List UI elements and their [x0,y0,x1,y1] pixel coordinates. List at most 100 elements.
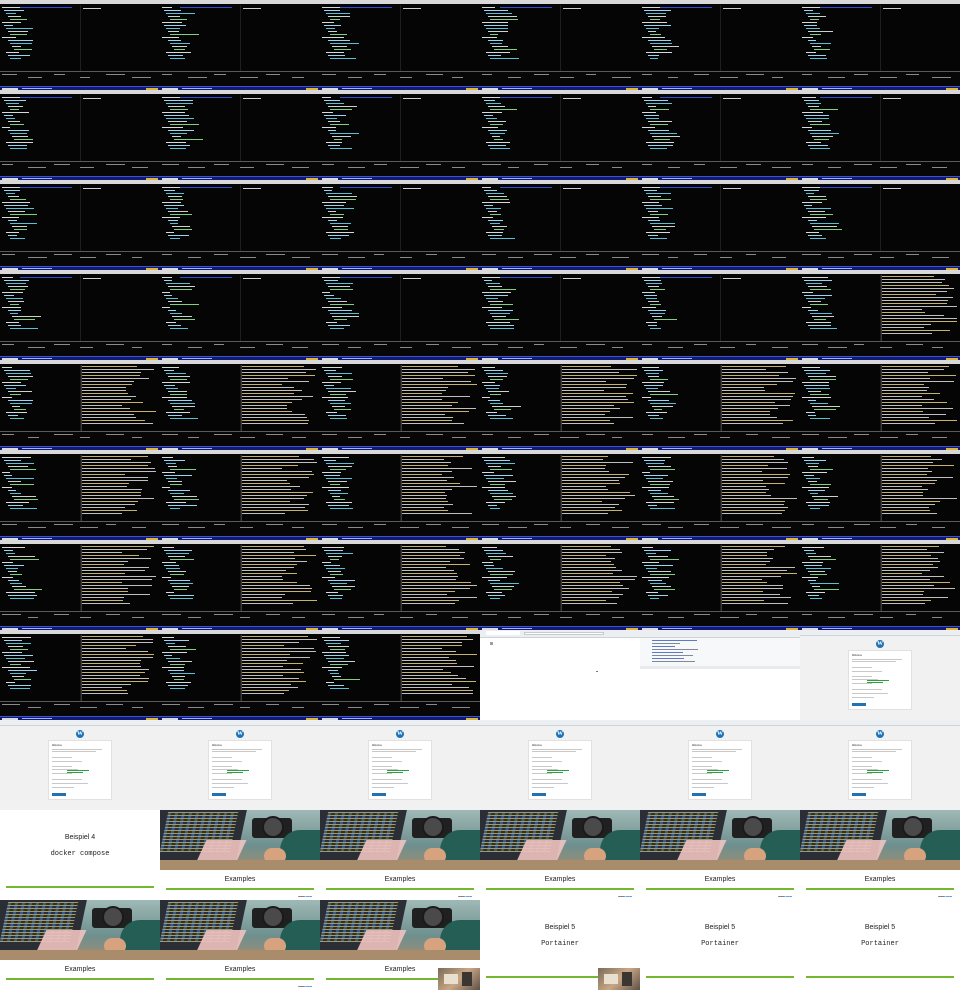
install-button[interactable] [372,793,386,796]
thumbnail-tile[interactable] [480,630,640,720]
thumbnail-tile[interactable]: Examples ▬▬▬ ▬▬▬ [640,810,800,900]
taskbar-window-title[interactable] [502,268,532,269]
taskbar-window-title[interactable] [822,628,852,629]
taskbar-window-title[interactable] [22,718,52,719]
thumbnail-tile[interactable] [640,180,800,270]
thumbnail-tile[interactable] [800,270,960,360]
thumbnail-tile[interactable] [160,540,320,630]
taskbar-window-title[interactable] [182,448,212,449]
thumbnail-tile[interactable]: Beispiel 5 Portainer [640,900,800,990]
thumbnail-tile[interactable]: Beispiel 4 docker compose [0,810,160,900]
taskbar-window-title[interactable] [342,718,372,719]
thumbnail-tile[interactable] [160,630,320,720]
thumbnail-tile[interactable]: W Welcome [480,720,640,810]
thumbnail-tile[interactable] [800,180,960,270]
browser-tab[interactable] [486,631,520,635]
thumbnail-tile[interactable] [480,90,640,180]
taskbar-window-title[interactable] [22,358,52,359]
thumbnail-tile[interactable] [320,90,480,180]
credit-link[interactable]: ▬▬▬ [465,896,472,898]
thumbnail-tile[interactable] [480,180,640,270]
thumbnail-tile[interactable] [0,270,160,360]
thumbnail-tile[interactable]: W Welcome [160,720,320,810]
taskbar-window-title[interactable] [182,358,212,359]
thumbnail-tile[interactable] [480,270,640,360]
thumbnail-tile[interactable] [480,450,640,540]
panel-row[interactable] [652,655,693,656]
panel-row[interactable] [652,652,683,653]
taskbar-window-title[interactable] [662,178,692,179]
taskbar-window-title[interactable] [822,178,852,179]
thumbnail-tile[interactable] [320,360,480,450]
thumbnail-tile[interactable] [320,450,480,540]
thumbnail-tile[interactable] [0,360,160,450]
thumbnail-tile[interactable] [800,450,960,540]
taskbar-window-title[interactable] [822,448,852,449]
taskbar-window-title[interactable] [182,178,212,179]
thumbnail-tile[interactable] [800,90,960,180]
thumbnail-tile[interactable] [160,0,320,90]
thumbnail-tile[interactable]: Examples ▬▬▬ ▬▬▬ [800,810,960,900]
install-button[interactable] [852,703,866,706]
taskbar-window-title[interactable] [22,268,52,269]
thumbnail-tile[interactable]: Beispiel 5 Portainer [480,900,640,990]
thumbnail-tile[interactable] [0,450,160,540]
taskbar-window-title[interactable] [342,268,372,269]
thumbnail-tile[interactable] [160,180,320,270]
thumbnail-tile[interactable]: Examples ▬▬▬ ▬▬▬ [320,810,480,900]
taskbar-window-title[interactable] [502,448,532,449]
thumbnail-tile[interactable] [640,630,800,720]
install-button[interactable] [532,793,546,796]
taskbar-window-title[interactable] [502,628,532,629]
taskbar-window-title[interactable] [822,88,852,89]
taskbar-window-title[interactable] [182,628,212,629]
thumbnail-tile[interactable] [320,180,480,270]
taskbar-window-title[interactable] [182,268,212,269]
taskbar-window-title[interactable] [502,88,532,89]
taskbar-window-title[interactable] [342,358,372,359]
thumbnail-tile[interactable] [320,630,480,720]
panel-row[interactable] [652,640,697,641]
credit-link[interactable]: ▬▬▬ [945,896,952,898]
taskbar-window-title[interactable] [182,538,212,539]
thumbnail-tile[interactable]: W Welcome [0,720,160,810]
thumbnail-tile[interactable]: Examples ▬▬▬ ▬▬▬ [160,900,320,990]
thumbnail-tile[interactable] [480,0,640,90]
install-button[interactable] [692,793,706,796]
thumbnail-tile[interactable] [640,450,800,540]
thumbnail-tile[interactable] [160,270,320,360]
thumbnail-tile[interactable] [160,360,320,450]
taskbar-window-title[interactable] [342,448,372,449]
taskbar-window-title[interactable] [662,538,692,539]
taskbar-window-title[interactable] [22,538,52,539]
taskbar-window-title[interactable] [662,358,692,359]
thumbnail-tile[interactable] [800,540,960,630]
credit-link[interactable]: ▬▬▬ [625,896,632,898]
panel-row[interactable] [652,661,695,662]
thumbnail-tile[interactable] [320,540,480,630]
thumbnail-tile[interactable]: W Welcome [800,720,960,810]
thumbnail-tile[interactable] [640,540,800,630]
install-button[interactable] [212,793,226,796]
thumbnail-tile[interactable] [160,90,320,180]
taskbar-window-title[interactable] [342,538,372,539]
taskbar-window-title[interactable] [182,88,212,89]
taskbar-window-title[interactable] [22,448,52,449]
install-button[interactable] [52,793,66,796]
thumbnail-tile[interactable] [640,90,800,180]
thumbnail-tile[interactable] [640,270,800,360]
thumbnail-tile[interactable] [800,0,960,90]
taskbar-window-title[interactable] [22,88,52,89]
taskbar-window-title[interactable] [182,718,212,719]
address-bar[interactable] [524,632,604,635]
thumbnail-tile[interactable]: W Welcome [800,630,960,720]
taskbar-window-title[interactable] [662,628,692,629]
thumbnail-tile[interactable] [800,360,960,450]
thumbnail-tile[interactable] [0,630,160,720]
thumbnail-tile[interactable] [160,450,320,540]
thumbnail-tile[interactable]: Beispiel 5 Portainer [800,900,960,990]
taskbar-window-title[interactable] [342,88,372,89]
thumbnail-tile[interactable] [0,540,160,630]
taskbar-window-title[interactable] [662,268,692,269]
panel-row[interactable] [652,646,675,647]
